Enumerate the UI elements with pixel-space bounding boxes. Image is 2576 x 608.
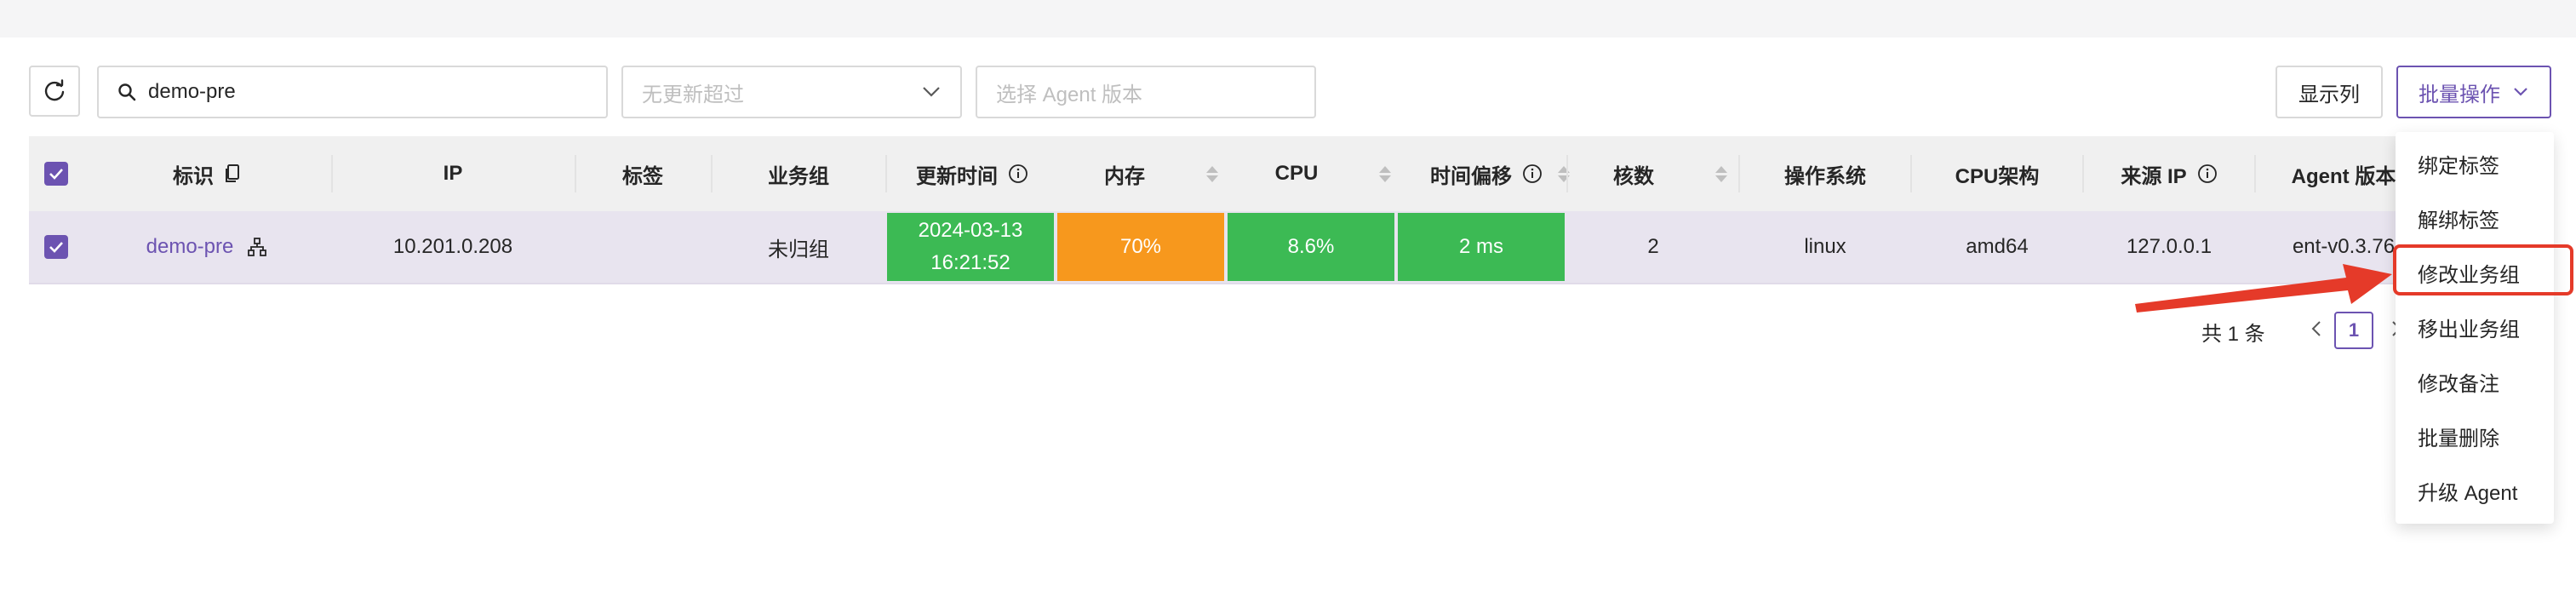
table-header: 标识 IP 标签 业务组 更新时间 内存 CPU 时间偏移 核数 操作系统 CP…: [29, 136, 2549, 211]
chevron-left-icon: [2311, 321, 2321, 336]
table-row[interactable]: demo-pre 10.201.0.208 未归组 2024-03-13 16:…: [29, 211, 2549, 284]
source-ip-cell: 127.0.0.1: [2126, 235, 2212, 258]
row-checkbox[interactable]: [29, 211, 83, 283]
col-tags-header: 标签: [575, 136, 710, 211]
os-cell: linux: [1804, 235, 1846, 258]
batch-operations-menu: 绑定标签 解绑标签 修改业务组 移出业务组 修改备注 批量删除 升级 Agent: [2396, 132, 2554, 524]
col-agent-version-label: Agent 版本: [2291, 164, 2396, 188]
col-update-time-header[interactable]: 更新时间: [887, 136, 1057, 211]
prev-page-button[interactable]: [2304, 312, 2329, 346]
ip-cell: 10.201.0.208: [392, 235, 513, 258]
col-arch-header: CPU架构: [1912, 136, 2082, 211]
copy-icon[interactable]: [224, 163, 241, 184]
update-filter-select[interactable]: 无更新超过: [621, 66, 962, 118]
col-ip-header: IP: [332, 136, 574, 211]
ident-cell: demo-pre: [83, 211, 330, 283]
col-arch-label: CPU架构: [1955, 164, 2040, 188]
main-panel: [0, 37, 2576, 608]
search-input[interactable]: demo-pre: [97, 66, 608, 118]
menu-item-batch-delete[interactable]: 批量删除: [2418, 422, 2499, 451]
refresh-button[interactable]: [29, 66, 80, 117]
update-date-text: 2024-03-13: [918, 219, 1023, 242]
col-cpu-header[interactable]: CPU: [1231, 136, 1401, 211]
sort-icon[interactable]: [1206, 165, 1218, 182]
col-cores-header[interactable]: 核数: [1568, 136, 1738, 211]
cpu-cell: 8.6%: [1228, 213, 1394, 281]
annotation-highlight-box: [2393, 244, 2573, 295]
sort-icon[interactable]: [1715, 165, 1727, 182]
page-number-current[interactable]: 1: [2334, 312, 2373, 349]
menu-item-unbind-tags[interactable]: 解绑标签: [2418, 204, 2499, 233]
col-ident-header: 标识: [83, 136, 330, 211]
col-os-label: 操作系统: [1784, 164, 1866, 188]
ident-link[interactable]: demo-pre: [146, 235, 234, 259]
offset-cell: 2 ms: [1398, 213, 1565, 281]
col-tags-label: 标签: [622, 164, 663, 188]
info-icon[interactable]: [1008, 163, 1028, 184]
info-icon[interactable]: [1522, 163, 1543, 184]
show-columns-label: 显示列: [2298, 83, 2360, 106]
pagination-total: 共 1 条: [2201, 323, 2265, 346]
col-memory-header[interactable]: 内存: [1059, 136, 1229, 211]
refresh-icon: [44, 79, 65, 101]
col-group-header: 业务组: [712, 136, 885, 211]
topology-icon[interactable]: [247, 237, 267, 257]
col-update-time-label: 更新时间: [916, 164, 998, 188]
tags-cell: [575, 211, 710, 283]
info-icon[interactable]: [2197, 163, 2218, 184]
cores-cell: 2: [1647, 235, 1659, 258]
menu-item-upgrade-agent[interactable]: 升级 Agent: [2418, 476, 2517, 506]
update-time-cell: 2024-03-13 16:21:52: [887, 213, 1054, 281]
update-filter-placeholder: 无更新超过: [642, 83, 744, 106]
chevron-down-icon: [2514, 88, 2527, 96]
group-cell: 未归组: [768, 238, 829, 261]
col-os-header: 操作系统: [1740, 136, 1910, 211]
agent-version-select[interactable]: 选择 Agent 版本: [976, 66, 1316, 118]
col-cpu-label: CPU: [1274, 162, 1319, 185]
menu-item-modify-note[interactable]: 修改备注: [2418, 367, 2499, 397]
agent-version-placeholder: 选择 Agent 版本: [996, 83, 1143, 106]
chevron-down-icon: [923, 87, 940, 97]
sort-icon[interactable]: [1379, 165, 1392, 182]
checkbox-checked-icon: [44, 235, 68, 259]
checkbox-checked-icon: [44, 162, 68, 186]
col-cores-label: 核数: [1613, 164, 1654, 188]
batch-operations-button[interactable]: 批量操作: [2396, 66, 2551, 118]
col-offset-label: 时间偏移: [1430, 164, 1512, 188]
col-group-label: 业务组: [768, 164, 829, 188]
update-time-text: 16:21:52: [930, 251, 1010, 274]
memory-cell: 70%: [1057, 213, 1224, 281]
batch-operations-label: 批量操作: [2419, 83, 2500, 106]
show-columns-button[interactable]: 显示列: [2275, 66, 2383, 118]
col-memory-label: 内存: [1104, 164, 1145, 188]
col-source-ip-label: 来源 IP: [2121, 164, 2187, 188]
search-value: demo-pre: [148, 80, 236, 103]
menu-item-remove-group[interactable]: 移出业务组: [2418, 313, 2520, 342]
search-icon: [118, 83, 136, 101]
col-source-ip-header[interactable]: 来源 IP: [2084, 136, 2254, 211]
menu-item-bind-tags[interactable]: 绑定标签: [2418, 149, 2499, 179]
col-ident-label: 标识: [173, 164, 214, 188]
arch-cell: amd64: [1966, 235, 2029, 258]
select-all-checkbox[interactable]: [29, 136, 83, 211]
col-ip-label: IP: [443, 162, 463, 185]
